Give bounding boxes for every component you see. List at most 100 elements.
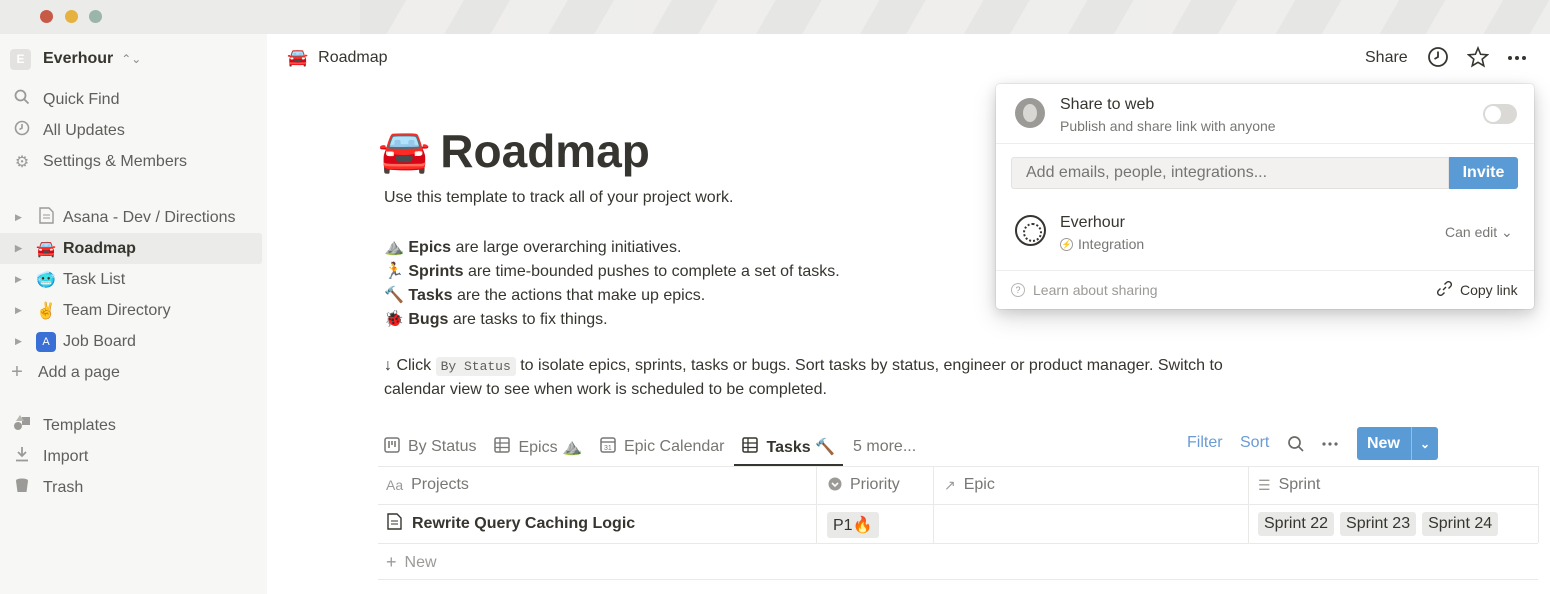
bullet-bold: Sprints	[408, 263, 464, 280]
calendar-icon: 31	[600, 437, 616, 457]
expand-triangle-icon[interactable]: ▶	[15, 243, 25, 254]
cold-face-emoji-icon: 🥶	[36, 271, 56, 289]
page-emoji-icon[interactable]: 🚘	[378, 127, 430, 176]
new-record-button[interactable]: New ⌄	[1357, 427, 1438, 460]
globe-icon	[1015, 98, 1045, 128]
chevron-up-down-icon: ⌃⌄	[121, 52, 142, 66]
expand-triangle-icon[interactable]: ▶	[15, 274, 25, 285]
share-button[interactable]: Share	[1365, 49, 1408, 67]
permission-dropdown[interactable]: Can edit ⌄	[1445, 224, 1513, 241]
workspace-switcher[interactable]: E Everhour ⌃⌄	[10, 48, 141, 70]
tab-epics[interactable]: Epics ⛰️	[494, 430, 582, 464]
column-header-sprint[interactable]: ☰ Sprint	[1258, 476, 1320, 494]
sidebar-item-trash[interactable]: Trash	[0, 472, 262, 503]
sidebar-item-quick-find[interactable]: Quick Find	[0, 84, 262, 115]
click-prefix: ↓ Click	[384, 357, 432, 374]
instructions-line-2: calendar view to see when work is schedu…	[384, 381, 827, 398]
sidebar-item-label: Team Directory	[63, 301, 171, 319]
priority-cell[interactable]: P1🔥	[827, 512, 885, 538]
more-views-label: 5 more...	[853, 438, 917, 455]
share-to-web-title: Share to web	[1060, 96, 1155, 113]
sidebar: E Everhour ⌃⌄ Quick Find All Updates ⚙ S…	[0, 34, 267, 594]
top-bar: 🚘 Roadmap Share	[267, 34, 1550, 82]
sidebar-item-label: Roadmap	[63, 239, 136, 257]
copy-link-button[interactable]: Copy link	[1436, 280, 1518, 299]
sidebar-item-label: Task List	[63, 270, 126, 288]
history-clock-icon[interactable]	[1426, 46, 1450, 70]
tab-label: Epics ⛰️	[518, 439, 582, 456]
tab-epic-calendar[interactable]: 31 Epic Calendar	[600, 430, 724, 464]
expand-triangle-icon[interactable]: ▶	[15, 336, 25, 347]
sidebar-item-templates[interactable]: Templates	[0, 410, 262, 441]
sidebar-item-roadmap[interactable]: ▶ 🚘 Roadmap	[0, 233, 262, 264]
divider	[996, 270, 1534, 271]
sprint-cell[interactable]: Sprint 22 Sprint 23 Sprint 24	[1258, 512, 1504, 536]
table-bottom-border	[378, 579, 1538, 580]
link-icon	[1436, 280, 1453, 299]
inline-code: By Status	[435, 357, 516, 376]
filter-button[interactable]: Filter	[1187, 434, 1223, 460]
zoom-window-button[interactable]	[89, 10, 102, 23]
title-bar-background	[360, 0, 1550, 34]
sort-button[interactable]: Sort	[1240, 434, 1269, 460]
expand-triangle-icon[interactable]: ▶	[15, 305, 25, 316]
sidebar-item-label: Quick Find	[43, 90, 120, 108]
sidebar-item-team-directory[interactable]: ▶ ✌️ Team Directory	[0, 295, 262, 326]
import-icon	[11, 446, 33, 467]
bullet-line: 🔨 Tasks are the actions that make up epi…	[384, 285, 705, 305]
invite-button[interactable]: Invite	[1449, 157, 1518, 189]
sidebar-item-import[interactable]: Import	[0, 441, 262, 472]
table-row[interactable]: Rewrite Query Caching Logic	[387, 513, 635, 535]
expand-triangle-icon[interactable]: ▶	[15, 212, 25, 223]
sidebar-item-task-list[interactable]: ▶ 🥶 Task List	[0, 264, 262, 295]
sidebar-item-settings[interactable]: ⚙ Settings & Members	[0, 146, 262, 177]
bullet-bold: Tasks	[408, 287, 453, 304]
window-title-bar	[0, 0, 1550, 34]
member-type: ⚡ Integration	[1060, 236, 1144, 252]
share-to-web-toggle[interactable]	[1483, 104, 1517, 124]
tab-tasks[interactable]: Tasks 🔨	[734, 430, 843, 466]
column-divider	[1538, 466, 1539, 543]
more-options-icon[interactable]	[1505, 46, 1529, 70]
star-icon[interactable]	[1466, 45, 1490, 70]
column-header-priority[interactable]: Priority	[828, 476, 900, 494]
plus-icon: +	[11, 361, 23, 383]
job-board-icon: A	[36, 331, 56, 352]
tab-by-status[interactable]: By Status	[384, 430, 476, 464]
more-options-icon[interactable]	[1321, 435, 1339, 461]
invite-input[interactable]	[1011, 157, 1449, 189]
learn-about-sharing-link[interactable]: ? Learn about sharing	[1011, 282, 1158, 298]
new-row-button[interactable]: + New	[386, 552, 437, 573]
sidebar-item-label: Import	[43, 447, 89, 465]
sidebar-item-asana-dev[interactable]: ▶ Asana - Dev / Directions	[0, 202, 262, 233]
add-page-button[interactable]: + Add a page	[0, 357, 262, 388]
bullet-line: ⛰️ Epics are large overarching initiativ…	[384, 237, 681, 257]
column-divider	[933, 466, 934, 543]
page-title-text: Roadmap	[440, 125, 650, 177]
learn-label: Learn about sharing	[1033, 282, 1158, 298]
priority-tag: P1🔥	[827, 512, 879, 538]
everhour-logo-icon	[1015, 215, 1046, 246]
page-title[interactable]: 🚘 Roadmap	[378, 124, 650, 178]
chevron-down-icon[interactable]: ⌄	[1412, 437, 1438, 451]
bug-emoji-icon: 🐞	[384, 311, 404, 328]
close-window-button[interactable]	[40, 10, 53, 23]
intro-text: Use this template to track all of your p…	[384, 189, 734, 206]
minimize-window-button[interactable]	[65, 10, 78, 23]
bullet-line: 🐞 Bugs are tasks to fix things.	[384, 309, 608, 329]
column-header-epic[interactable]: ↗ Epic	[944, 476, 995, 494]
copy-link-label: Copy link	[1460, 282, 1518, 298]
column-divider	[1248, 466, 1249, 543]
more-views-button[interactable]: 5 more...	[853, 430, 916, 464]
sidebar-item-job-board[interactable]: ▶ A Job Board	[0, 326, 262, 357]
table-icon	[494, 437, 511, 457]
sprint-tag: Sprint 24	[1422, 512, 1499, 536]
member-name: Everhour	[1060, 214, 1125, 231]
search-icon[interactable]	[1287, 435, 1305, 461]
breadcrumb[interactable]: 🚘 Roadmap	[287, 48, 388, 68]
mountain-emoji-icon: ⛰️	[384, 239, 404, 256]
sidebar-item-all-updates[interactable]: All Updates	[0, 115, 262, 146]
column-header-projects[interactable]: Aa Projects	[386, 476, 469, 494]
column-divider	[816, 466, 817, 543]
member-type-label: Integration	[1078, 236, 1145, 252]
